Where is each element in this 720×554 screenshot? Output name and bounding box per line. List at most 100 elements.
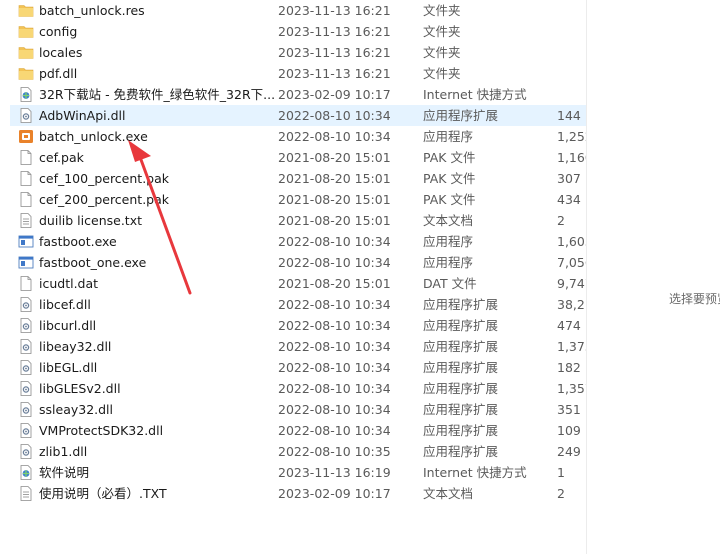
file-name[interactable]: libcef.dll xyxy=(39,296,91,313)
file-type: 应用程序扩展 xyxy=(423,339,499,354)
file-size: 2 xyxy=(557,213,565,228)
file-size: 351 xyxy=(557,402,581,417)
file-row[interactable]: batch_unlock.exe 2022-08-10 10:34 应用程序 1,25… xyxy=(10,126,586,147)
file-date: 2022-08-10 10:34 xyxy=(278,339,391,354)
file-date: 2023-02-09 10:17 xyxy=(278,87,391,102)
file-name[interactable]: 软件说明 xyxy=(39,464,89,481)
file-name[interactable]: libcurl.dll xyxy=(39,317,96,334)
file-type: 文本文档 xyxy=(423,486,474,501)
file-name[interactable]: ssleay32.dll xyxy=(39,401,113,418)
text-file-icon xyxy=(18,213,34,228)
file-row[interactable]: cef.pak 2021-08-20 15:01 PAK 文件 1,160 xyxy=(10,147,586,168)
file-date: 2022-08-10 10:34 xyxy=(278,297,391,312)
file-row[interactable]: config 2023-11-13 16:21 文件夹 xyxy=(10,21,586,42)
file-date: 2022-08-10 10:34 xyxy=(278,402,391,417)
file-date: 2022-08-10 10:34 xyxy=(278,108,391,123)
file-name[interactable]: libeay32.dll xyxy=(39,338,111,355)
folder-icon xyxy=(18,3,34,18)
file-name[interactable]: duilib license.txt xyxy=(39,212,142,229)
file-date: 2023-02-09 10:17 xyxy=(278,486,391,501)
file-date: 2023-11-13 16:21 xyxy=(278,45,391,60)
file-type: Internet 快捷方式 xyxy=(423,87,527,102)
file-name[interactable]: VMProtectSDK32.dll xyxy=(39,422,163,439)
file-row[interactable]: 32R下载站 - 免费软件_绿色软件_32R下... 2023-02-09 10:… xyxy=(10,84,586,105)
file-type: 应用程序扩展 xyxy=(423,402,499,417)
file-row[interactable]: 使用说明（必看）.TXT 2023-02-09 10:17 文本文档 2 xyxy=(10,483,586,504)
file-row[interactable]: AdbWinApi.dll 2022-08-10 10:34 应用程序扩展 144 xyxy=(10,105,586,126)
file-type: 应用程序扩展 xyxy=(423,297,499,312)
pane-divider[interactable] xyxy=(586,0,587,554)
file-name[interactable]: cef_100_percent.pak xyxy=(39,170,169,187)
file-row[interactable]: libeay32.dll 2022-08-10 10:34 应用程序扩展 1,375 xyxy=(10,336,586,357)
file-row[interactable]: zlib1.dll 2022-08-10 10:35 应用程序扩展 249 xyxy=(10,441,586,462)
file-type: 文件夹 xyxy=(423,3,461,18)
file-size: 38,216 xyxy=(557,297,586,312)
file-name[interactable]: cef_200_percent.pak xyxy=(39,191,169,208)
file-name[interactable]: batch_unlock.exe xyxy=(39,128,148,145)
dll-icon xyxy=(18,360,34,375)
file-row[interactable]: fastboot_one.exe 2022-08-10 10:34 应用程序 7,05… xyxy=(10,252,586,273)
file-row[interactable]: libcurl.dll 2022-08-10 10:34 应用程序扩展 474 xyxy=(10,315,586,336)
file-size: 7,056 xyxy=(557,255,586,270)
file-name[interactable]: locales xyxy=(39,44,82,61)
file-name[interactable]: zlib1.dll xyxy=(39,443,87,460)
file-size: 1,252 xyxy=(557,129,586,144)
file-type: 应用程序 xyxy=(423,255,474,270)
file-date: 2023-11-13 16:19 xyxy=(278,465,391,480)
file-type: 文件夹 xyxy=(423,66,461,81)
file-date: 2022-08-10 10:34 xyxy=(278,423,391,438)
file-row[interactable]: cef_100_percent.pak 2021-08-20 15:01 PAK 文… xyxy=(10,168,586,189)
file-name[interactable]: fastboot_one.exe xyxy=(39,254,146,271)
dll-icon xyxy=(18,381,34,396)
file-type: 文本文档 xyxy=(423,213,474,228)
file-date: 2021-08-20 15:01 xyxy=(278,276,391,291)
file-size: 109 xyxy=(557,423,581,438)
file-name[interactable]: config xyxy=(39,23,77,40)
file-name[interactable]: fastboot.exe xyxy=(39,233,117,250)
file-size: 434 xyxy=(557,192,581,207)
file-size: 1,160 xyxy=(557,150,586,165)
file-row[interactable]: batch_unlock.res 2023-11-13 16:21 文件夹 xyxy=(10,0,586,21)
file-date: 2021-08-20 15:01 xyxy=(278,213,391,228)
file-row[interactable]: libcef.dll 2022-08-10 10:34 应用程序扩展 38,216 xyxy=(10,294,586,315)
file-date: 2022-08-10 10:34 xyxy=(278,255,391,270)
file-name[interactable]: pdf.dll xyxy=(39,65,77,82)
file-type: PAK 文件 xyxy=(423,171,476,186)
file-date: 2022-08-10 10:34 xyxy=(278,234,391,249)
file-type: 应用程序扩展 xyxy=(423,360,499,375)
file-date: 2021-08-20 15:01 xyxy=(278,192,391,207)
file-row[interactable]: libGLESv2.dll 2022-08-10 10:34 应用程序扩展 1,357 xyxy=(10,378,586,399)
dll-icon xyxy=(18,423,34,438)
file-icon xyxy=(18,150,34,165)
file-name[interactable]: icudtl.dat xyxy=(39,275,98,292)
file-name[interactable]: batch_unlock.res xyxy=(39,2,145,19)
file-row[interactable]: icudtl.dat 2021-08-20 15:01 DAT 文件 9,747 xyxy=(10,273,586,294)
file-row[interactable]: pdf.dll 2023-11-13 16:21 文件夹 xyxy=(10,63,586,84)
file-name[interactable]: cef.pak xyxy=(39,149,84,166)
file-type: 应用程序 xyxy=(423,129,474,144)
file-name[interactable]: 32R下载站 - 免费软件_绿色软件_32R下... xyxy=(39,86,275,103)
folder-icon xyxy=(18,66,34,81)
file-name[interactable]: AdbWinApi.dll xyxy=(39,107,126,124)
file-row[interactable]: cef_200_percent.pak 2021-08-20 15:01 PAK 文… xyxy=(10,189,586,210)
file-row[interactable]: 软件说明 2023-11-13 16:19 Internet 快捷方式 1 xyxy=(10,462,586,483)
file-date: 2022-08-10 10:34 xyxy=(278,360,391,375)
dll-icon xyxy=(18,318,34,333)
file-size: 1,605 xyxy=(557,234,586,249)
file-type: 应用程序扩展 xyxy=(423,423,499,438)
file-name[interactable]: 使用说明（必看）.TXT xyxy=(39,485,167,502)
file-row[interactable]: ssleay32.dll 2022-08-10 10:34 应用程序扩展 351 xyxy=(10,399,586,420)
file-type: 应用程序扩展 xyxy=(423,381,499,396)
dll-icon xyxy=(18,339,34,354)
file-row[interactable]: fastboot.exe 2022-08-10 10:34 应用程序 1,605 xyxy=(10,231,586,252)
file-name[interactable]: libGLESv2.dll xyxy=(39,380,121,397)
file-row[interactable]: duilib license.txt 2021-08-20 15:01 文本文档 2 xyxy=(10,210,586,231)
file-size: 144 xyxy=(557,108,581,123)
file-type: 文件夹 xyxy=(423,45,461,60)
file-row[interactable]: VMProtectSDK32.dll 2022-08-10 10:34 应用程序扩展… xyxy=(10,420,586,441)
file-type: 文件夹 xyxy=(423,24,461,39)
preview-hint: 选择要预览 xyxy=(669,292,720,306)
file-row[interactable]: locales 2023-11-13 16:21 文件夹 xyxy=(10,42,586,63)
file-name[interactable]: libEGL.dll xyxy=(39,359,97,376)
file-row[interactable]: libEGL.dll 2022-08-10 10:34 应用程序扩展 182 xyxy=(10,357,586,378)
